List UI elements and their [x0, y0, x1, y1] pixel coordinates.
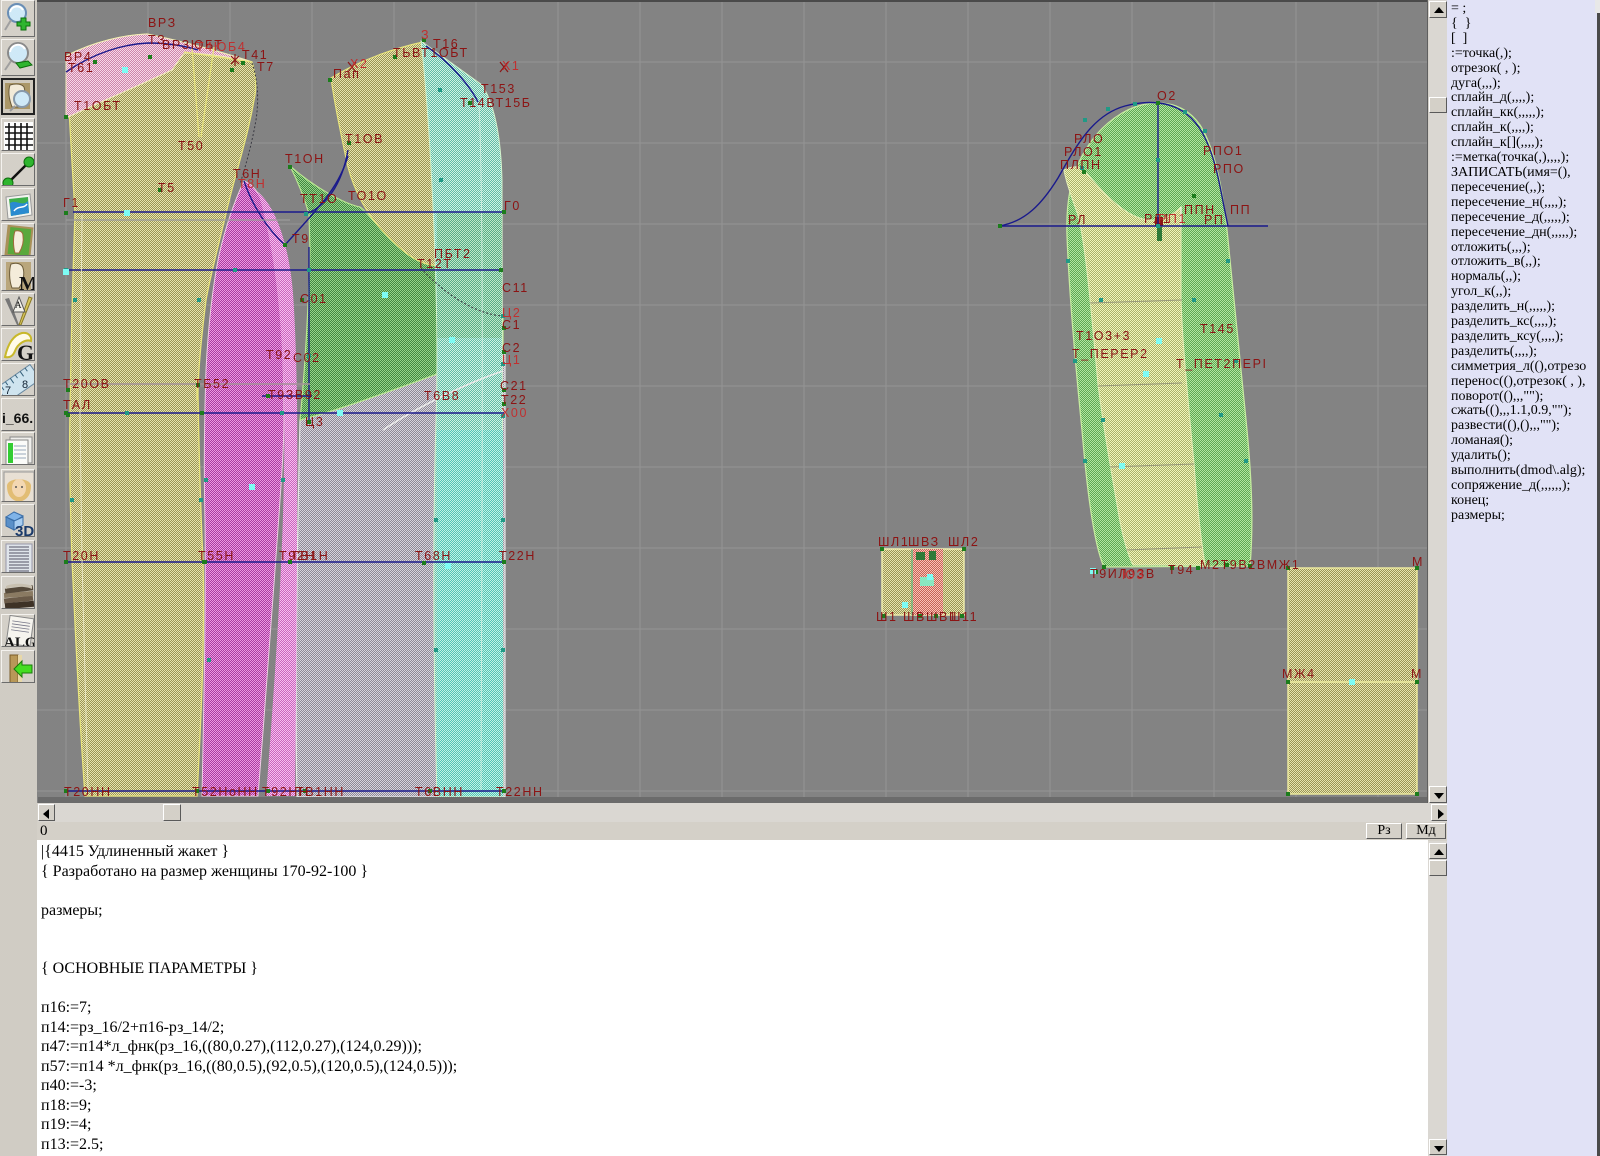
svg-text:Т6В8: Т6В8	[424, 389, 460, 403]
svg-text:МЖ4: МЖ4	[1282, 667, 1316, 681]
svg-text:Т1О3+3: Т1О3+3	[1076, 329, 1131, 343]
svg-text:Т9ЗВ92: Т9ЗВ92	[268, 388, 322, 402]
svg-text:Т52НоНН: Т52НоНН	[192, 785, 259, 799]
svg-text:М2Т9В2ВМЖ1: М2Т9В2ВМЖ1	[1200, 558, 1301, 572]
svg-text:РПО: РПО	[1213, 162, 1245, 176]
svg-text:Х2: Х2	[350, 57, 369, 71]
svg-text:7: 7	[5, 385, 11, 396]
svg-text:Т153: Т153	[481, 82, 516, 96]
svg-text:ВРЗ: ВРЗ	[148, 16, 177, 30]
svg-text:Т22: Т22	[501, 393, 527, 407]
svg-text:ПП: ПП	[1230, 203, 1251, 217]
svg-text:ТВ1Н: ТВ1Н	[291, 549, 329, 563]
svg-text:Х1: Х1	[502, 59, 521, 73]
svg-text:Т7: Т7	[257, 60, 275, 74]
svg-text:Т20Н: Т20Н	[63, 549, 100, 563]
svg-text:ЮЗ: ЮЗ	[1122, 568, 1145, 582]
svg-text:М: М	[1411, 667, 1423, 681]
svg-text:ТАЛ: ТАЛ	[63, 398, 92, 412]
svg-text:Т9: Т9	[292, 232, 310, 246]
svg-text:С21: С21	[500, 379, 528, 393]
svg-text:Т20ОВ: Т20ОВ	[63, 377, 111, 391]
svg-text:С11: С11	[502, 281, 529, 295]
svg-text:Т_ПЕРЕР2: Т_ПЕРЕР2	[1072, 347, 1149, 361]
svg-text:3D: 3D	[15, 523, 34, 537]
svg-text:Т94: Т94	[1168, 563, 1194, 577]
svg-text:Т6ВНН: Т6ВНН	[415, 785, 464, 799]
svg-text:С02: С02	[293, 351, 321, 365]
svg-text:i_66.: i_66.	[2, 410, 33, 426]
svg-text:Т16: Т16	[433, 37, 459, 51]
svg-text:Т22Н: Т22Н	[499, 549, 536, 563]
svg-text:Т20НН: Т20НН	[64, 785, 112, 799]
svg-text:Ц1: Ц1	[502, 353, 521, 367]
svg-text:РЛО1: РЛО1	[1064, 145, 1103, 159]
svg-text:A: A	[15, 300, 22, 310]
svg-text:РП1: РП1	[1158, 212, 1187, 226]
svg-text:ПЛПН: ПЛПН	[1060, 158, 1102, 172]
svg-text:G: G	[17, 340, 34, 361]
svg-text:Т61: Т61	[68, 61, 94, 75]
svg-text:РП: РП	[1204, 213, 1225, 227]
svg-text:ТВ1НН: ТВ1НН	[296, 785, 345, 799]
svg-text:З: З	[421, 28, 430, 42]
svg-text:ТО1О: ТО1О	[348, 189, 388, 203]
svg-text:Т_ПЕТ2ПЕРІ: Т_ПЕТ2ПЕРІ	[1176, 357, 1268, 371]
svg-text:Ш11: Ш11	[949, 610, 978, 624]
svg-text:ALG: ALG	[4, 635, 35, 647]
svg-text:М: М	[1412, 555, 1424, 569]
svg-text:РПО1: РПО1	[1203, 144, 1243, 158]
svg-text:ШЛ1: ШЛ1	[878, 535, 909, 549]
svg-text:Г0: Г0	[504, 199, 521, 213]
svg-text:ТБ52: ТБ52	[194, 377, 230, 391]
svg-text:РЛ: РЛ	[1068, 213, 1087, 227]
svg-text:ШЛ2: ШЛ2	[948, 535, 979, 549]
svg-text:8: 8	[22, 379, 28, 391]
svg-text:ШВЗ: ШВЗ	[908, 535, 940, 549]
svg-text:Т14ВТ15Б: Т14ВТ15Б	[460, 96, 532, 110]
svg-text:Т55Н: Т55Н	[198, 549, 235, 563]
svg-text:Т1ОБТ: Т1ОБТ	[74, 99, 122, 113]
svg-text:Г1: Г1	[63, 196, 80, 210]
svg-text:С1: С1	[502, 318, 521, 332]
svg-text:Т12Т: Т12Т	[417, 257, 453, 271]
svg-text:Ш1: Ш1	[876, 610, 898, 624]
svg-text:Т22НН: Т22НН	[496, 785, 544, 799]
svg-text:ТТ1О: ТТ1О	[300, 192, 338, 206]
svg-text:Т50: Т50	[178, 139, 204, 153]
svg-text:С01: С01	[300, 292, 328, 306]
svg-text:Т92: Т92	[266, 348, 292, 362]
svg-text:Т1ОН: Т1ОН	[285, 152, 325, 166]
svg-text:Т145: Т145	[1200, 322, 1235, 336]
svg-text:M: M	[19, 273, 35, 291]
svg-text:Т5: Т5	[158, 181, 176, 195]
svg-text:Х00: Х00	[501, 406, 528, 420]
svg-text:Ц3: Ц3	[305, 415, 324, 429]
svg-text:Т8Н: Т8Н	[238, 177, 266, 191]
svg-text:О2: О2	[1157, 89, 1177, 103]
svg-text:Т68Н: Т68Н	[415, 549, 452, 563]
svg-text:Т1ОВ: Т1ОВ	[345, 132, 384, 146]
svg-text:Т4ЮБ4: Т4ЮБ4	[196, 40, 246, 54]
svg-text:РЛО: РЛО	[1074, 132, 1104, 146]
